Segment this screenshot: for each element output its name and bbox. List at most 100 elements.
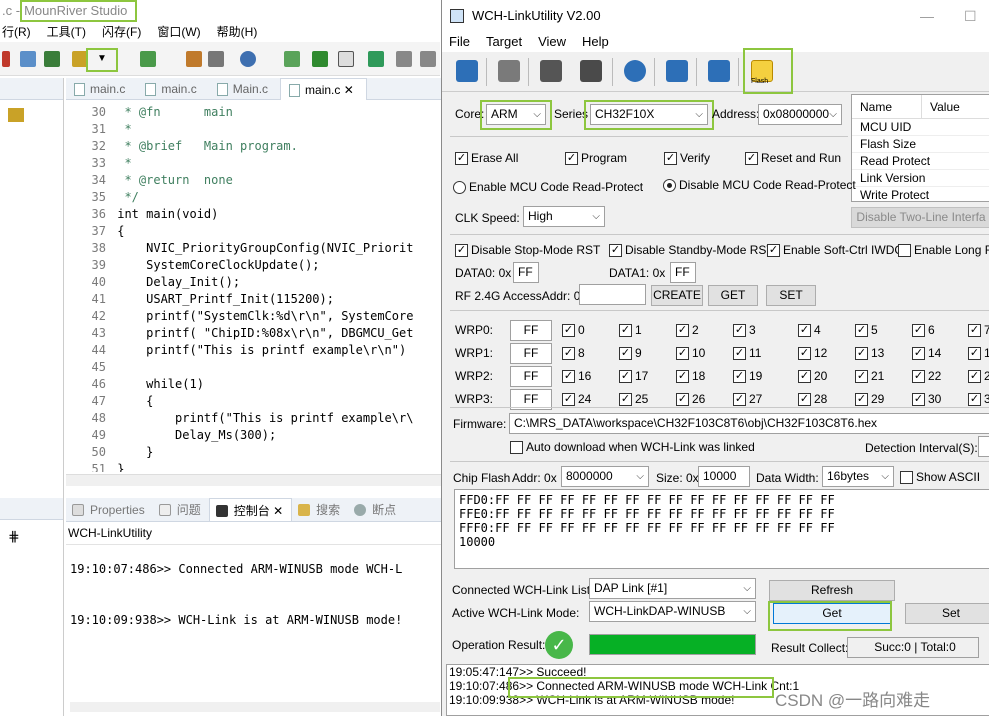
layers-icon[interactable] xyxy=(44,51,60,67)
data1-input[interactable]: FF xyxy=(670,262,696,283)
console-view[interactable]: WCH-LinkUtility 19:10:07:486>> Connected… xyxy=(66,522,446,716)
refresh-button[interactable]: Refresh xyxy=(769,580,895,601)
read-chip-button[interactable] xyxy=(536,56,566,86)
wrp-bit-checkbox[interactable]: ✓1 xyxy=(619,323,642,337)
rf-get-button[interactable]: GET xyxy=(708,285,758,306)
ide-menu-run[interactable]: 行(R) xyxy=(2,22,31,42)
wrp-bit-checkbox[interactable]: ✓ 27 xyxy=(733,392,762,406)
rf-set-button[interactable]: SET xyxy=(766,285,816,306)
wrp-input[interactable]: FF xyxy=(510,343,552,364)
reset-and-run-checkbox[interactable]: ✓ Reset and Run xyxy=(745,151,841,165)
wrp-input[interactable]: FF xyxy=(510,366,552,387)
clk-speed-select[interactable]: High ⌵ xyxy=(523,206,605,227)
size-input[interactable]: 10000 xyxy=(698,466,750,487)
search-icon[interactable] xyxy=(240,51,256,67)
wrp-bit-checkbox[interactable]: ✓ 30 xyxy=(912,392,941,406)
wrp-bit-checkbox[interactable]: ✓ 22 xyxy=(912,369,941,383)
download-dropdown-highlight[interactable]: ▼ xyxy=(86,48,118,72)
wrp-bit-checkbox[interactable]: ✓ 5 xyxy=(855,323,878,337)
lock-button[interactable] xyxy=(662,56,692,86)
ide-toolbar-icon[interactable] xyxy=(2,51,10,67)
rf-access-input[interactable] xyxy=(579,284,646,305)
auto-download-checkbox[interactable]: Auto download when WCH-Link was linked xyxy=(510,440,755,454)
address-select[interactable]: 0x08000000 ⌵ xyxy=(758,104,842,125)
editor-scrollbar[interactable] xyxy=(66,474,446,486)
wrp-bit-checkbox[interactable]: ✓ 17 xyxy=(619,369,648,383)
erase-all-checkbox[interactable]: ✓ Erase All xyxy=(455,151,518,165)
wrp-bit-checkbox[interactable]: ✓2 xyxy=(968,369,989,383)
console-scrollbar[interactable] xyxy=(70,702,440,712)
disable-read-protect-radio[interactable]: Disable MCU Code Read-Protect xyxy=(663,178,856,192)
wrp-bit-checkbox[interactable]: ✓ 18 xyxy=(676,369,705,383)
wrp-bit-checkbox[interactable]: ✓3 xyxy=(968,392,989,406)
firmware-path-input[interactable]: C:\MRS_DATA\workspace\CH32F103C8T6\obj\C… xyxy=(509,413,989,434)
wrp-bit-checkbox[interactable]: ✓7 xyxy=(968,323,989,337)
create-button[interactable]: CREATE xyxy=(651,285,703,306)
editor-tab[interactable]: Main.c xyxy=(209,78,280,100)
wrp-bit-checkbox[interactable]: ✓ 24 xyxy=(562,392,591,406)
disable-two-line-button[interactable]: Disable Two-Line Interfa xyxy=(851,207,989,228)
open-icon[interactable] xyxy=(312,51,328,67)
ide-menu-flash[interactable]: 闪存(F) xyxy=(102,22,141,42)
ide-menu-help[interactable]: 帮助(H) xyxy=(217,22,258,42)
query-button[interactable] xyxy=(620,56,650,86)
show-ascii-checkbox[interactable]: Show ASCII xyxy=(900,470,980,484)
connected-list-select[interactable]: DAP Link [#1] ⌵ xyxy=(589,578,756,599)
menu-view[interactable]: View xyxy=(538,32,566,52)
project-icon[interactable] xyxy=(8,108,24,122)
addr-select[interactable]: 8000000 ⌵ xyxy=(561,466,649,487)
menu-help[interactable]: Help xyxy=(582,32,609,52)
ide-menu-tools[interactable]: 工具(T) xyxy=(47,22,86,42)
tab-search[interactable]: 搜索 xyxy=(292,498,348,521)
hierarchy-icon[interactable]: ⋕ xyxy=(8,528,20,545)
flash-memory-view[interactable]: FFD0:FF FF FF FF FF FF FF FF FF FF FF FF… xyxy=(454,489,989,569)
close-icon[interactable]: ✕ xyxy=(273,504,283,518)
new-file-icon[interactable] xyxy=(284,51,300,67)
wrp-bit-checkbox[interactable]: ✓ 26 xyxy=(676,392,705,406)
wrp-bit-checkbox[interactable]: ✓ 0 xyxy=(562,323,585,337)
align-icon[interactable] xyxy=(396,51,412,67)
wrp-bit-checkbox[interactable]: ✓ 10 xyxy=(676,346,705,360)
minimize-icon[interactable]: — xyxy=(920,0,934,32)
active-mode-select[interactable]: WCH-LinkDAP-WINUSB ⌵ xyxy=(589,601,756,622)
enable-long-reset-checkbox[interactable]: Enable Long Re xyxy=(898,243,989,257)
tab-problems[interactable]: 问题 xyxy=(153,498,209,521)
editor-tab[interactable]: main.c xyxy=(66,78,137,100)
wrp-bit-checkbox[interactable]: ✓ 19 xyxy=(733,369,762,383)
menu-file[interactable]: File xyxy=(449,32,470,52)
data0-input[interactable]: FF xyxy=(513,262,539,283)
ide-menu-window[interactable]: 窗口(W) xyxy=(157,22,200,42)
wrp-bit-checkbox[interactable]: ✓ 21 xyxy=(855,369,884,383)
wrp-bit-checkbox[interactable]: ✓ 13 xyxy=(855,346,884,360)
wrp-bit-checkbox[interactable]: ✓ 25 xyxy=(619,392,648,406)
terminal-icon[interactable] xyxy=(338,51,354,67)
enable-read-protect-radio[interactable]: Enable MCU Code Read-Protect xyxy=(453,180,643,194)
data-width-select[interactable]: 16bytes ⌵ xyxy=(822,466,894,487)
wrp-bit-checkbox[interactable]: ✓1 xyxy=(968,346,989,360)
wrp-bit-checkbox[interactable]: ✓3 xyxy=(733,323,756,337)
wrp-bit-checkbox[interactable]: ✓ 16 xyxy=(562,369,591,383)
wrp-bit-checkbox[interactable]: ✓ 20 xyxy=(798,369,827,383)
close-icon[interactable]: ✕ xyxy=(344,83,354,97)
wrp-bit-checkbox[interactable]: ✓2 xyxy=(676,323,699,337)
unlock-button[interactable] xyxy=(704,56,734,86)
detection-interval-input[interactable] xyxy=(978,436,989,457)
wrp-bit-checkbox[interactable]: ✓ 28 xyxy=(798,392,827,406)
open-file-button[interactable] xyxy=(452,56,482,86)
disable-standby-checkbox[interactable]: ✓ Disable Standby-Mode RST xyxy=(609,243,774,257)
disable-stop-mode-checkbox[interactable]: ✓ Disable Stop-Mode RST xyxy=(455,243,600,257)
run-icon[interactable] xyxy=(368,51,384,67)
wrp-bit-checkbox[interactable]: ✓ 8 xyxy=(562,346,585,360)
console-icon[interactable] xyxy=(208,51,224,67)
verify-checkbox[interactable]: ✓ Verify xyxy=(664,151,710,165)
editor-tab-active[interactable]: main.c ✕ xyxy=(280,78,367,100)
tool-icon[interactable] xyxy=(186,51,202,67)
target-config-button[interactable] xyxy=(494,56,524,86)
menu-target[interactable]: Target xyxy=(486,32,522,52)
code-editor[interactable]: 30 * @fn main 31 * 32 * @brief Main progra… xyxy=(66,100,446,472)
build-icon[interactable] xyxy=(20,51,36,67)
wrp-bit-checkbox[interactable]: ✓ 11 xyxy=(733,346,761,360)
tab-properties[interactable]: Properties xyxy=(66,498,153,521)
maximize-icon[interactable]: ☐ xyxy=(964,0,977,32)
enable-soft-iwdg-checkbox[interactable]: ✓ Enable Soft-Ctrl IWDG xyxy=(767,243,904,257)
